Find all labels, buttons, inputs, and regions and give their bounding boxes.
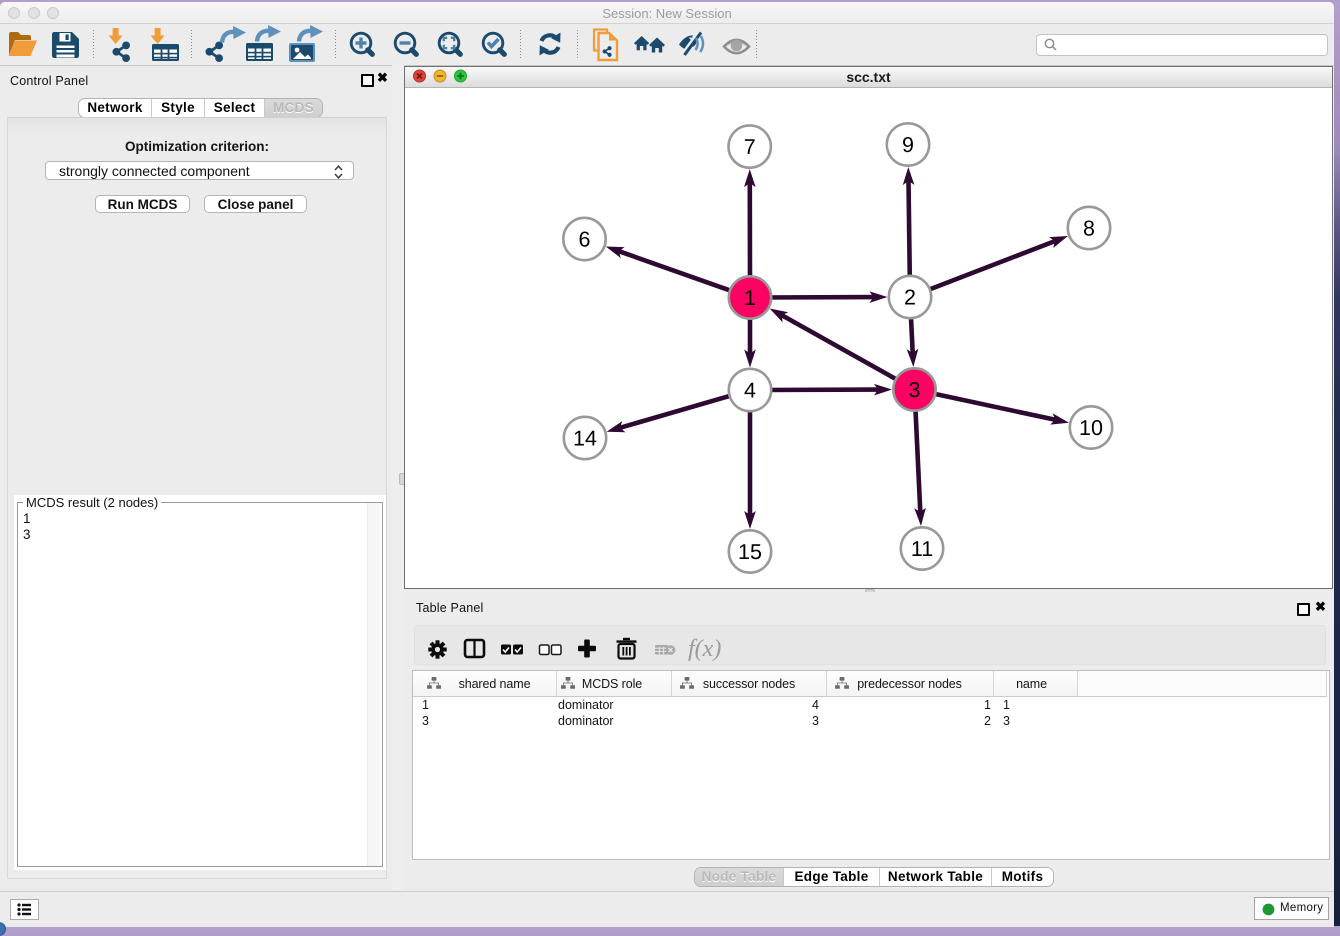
svg-text:11: 11 bbox=[911, 537, 933, 561]
svg-text:6: 6 bbox=[579, 228, 591, 252]
svg-text:10: 10 bbox=[1079, 416, 1103, 440]
svg-text:15: 15 bbox=[738, 540, 762, 564]
svg-text:1: 1 bbox=[744, 286, 756, 310]
svg-text:2: 2 bbox=[904, 286, 916, 310]
svg-text:9: 9 bbox=[902, 133, 914, 157]
svg-text:f(x): f(x) bbox=[688, 636, 721, 662]
svg-text:14: 14 bbox=[573, 427, 597, 451]
svg-text:3: 3 bbox=[909, 378, 921, 402]
svg-text:4: 4 bbox=[744, 379, 756, 403]
svg-text:7: 7 bbox=[744, 135, 756, 159]
svg-text:8: 8 bbox=[1083, 217, 1095, 241]
